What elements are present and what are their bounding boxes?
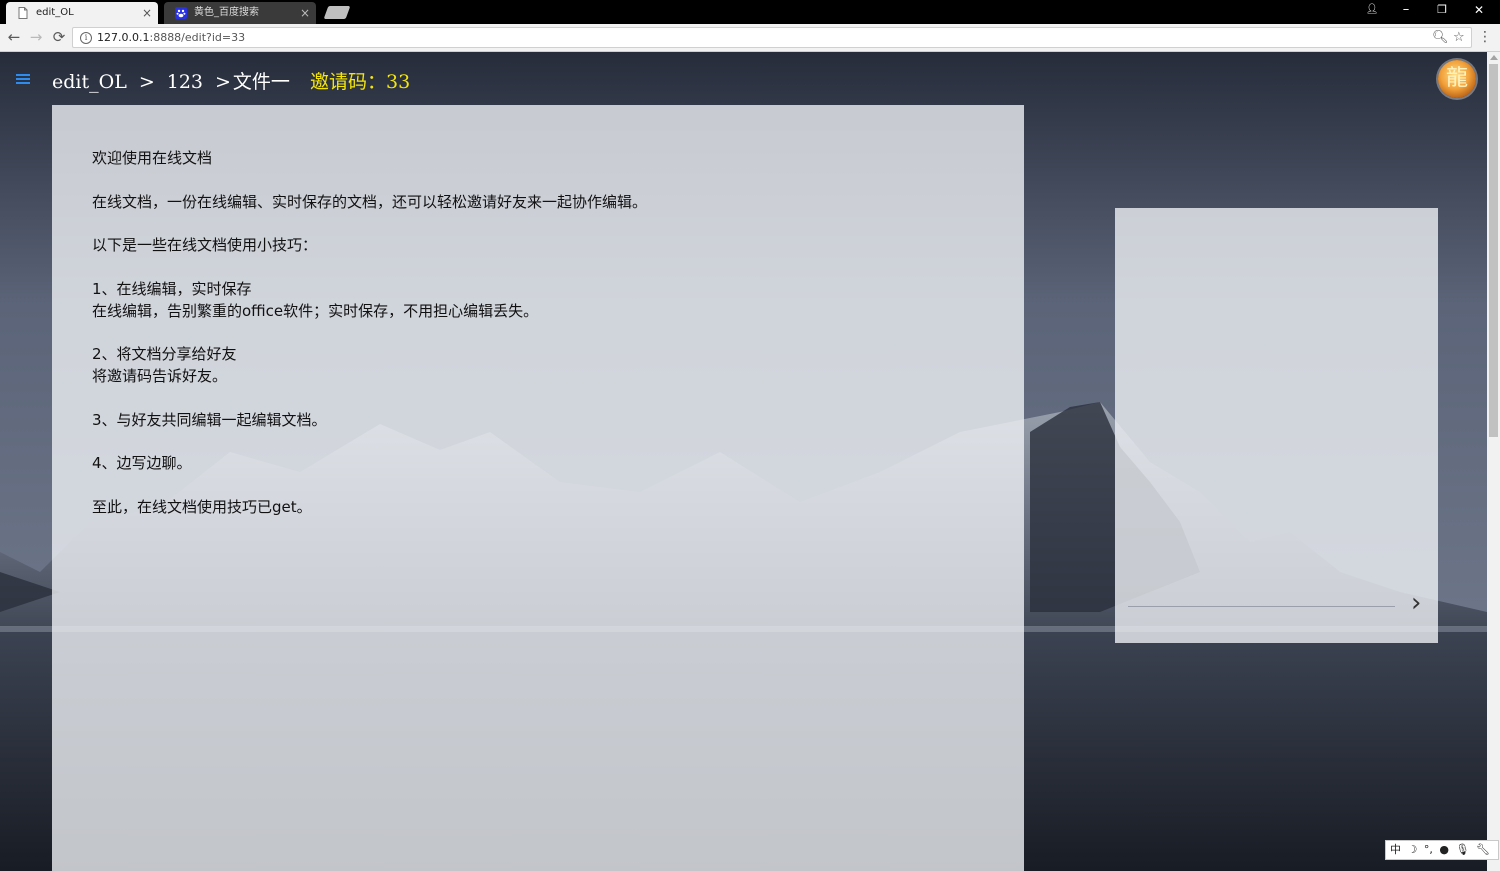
info-icon[interactable]: i [80,32,92,44]
page-viewport: edit_OL >123 > 文件一 邀请码：33 龍 欢迎使用在线文档 在线文档，一… [0,52,1487,871]
punctuation-icon[interactable]: °, [1424,843,1433,856]
doc-paragraph: 1、在线编辑，实时保存 在线编辑，告别繁重的office软件；实时保存，不用担心… [92,279,539,320]
address-bar[interactable]: i 127.0.0.1:8888/edit?id=33 🔍︎ ☆ [72,27,1472,48]
wrench-icon[interactable]: 🔧︎ [1476,843,1490,856]
browser-toolbar: ← → ⟳ i 127.0.0.1:8888/edit?id=33 🔍︎ ☆ ⋮ [0,24,1500,52]
url-text: 127.0.0.1:8888/edit?id=33 [97,28,245,48]
breadcrumb-item-file: 文件一 [232,71,290,93]
reload-icon[interactable]: ⟳ [50,28,68,46]
chat-input-underline[interactable] [1128,606,1395,607]
invite-code: 邀请码：33 [310,71,411,93]
minimize-icon[interactable]: – [1388,0,1424,22]
page-scrollbar[interactable] [1487,52,1500,871]
doc-paragraph: 3、与好友共同编辑一起编辑文档。 [92,410,327,429]
doc-paragraph: 4、边写边聊。 [92,454,192,472]
restore-icon[interactable]: ❐ [1424,0,1460,22]
ime-toolbar: 中 ☽ °, ● 🎙︎ 🔧︎ [1385,840,1499,860]
scrollbar-thumb[interactable] [1489,64,1498,437]
url-path: :8888/edit?id=33 [149,31,246,44]
user-icon[interactable]: 👤︎ [1354,0,1390,22]
breadcrumb-separator: > [138,71,155,93]
doc-paragraph: 2、将文档分享给好友 将邀请码告诉好友。 [92,345,237,385]
tab-title: edit_OL [36,7,74,18]
tab-title: 黄色_百度搜索 [194,7,259,18]
breadcrumb: edit_OL >123 > 文件一 [52,67,296,97]
user-icon[interactable]: ● [1439,843,1449,856]
bookmark-star-icon[interactable]: ☆ [1453,29,1465,47]
send-chevron-icon[interactable]: › [1411,588,1421,618]
scroll-up-icon[interactable] [1490,55,1498,60]
forward-icon[interactable]: → [27,28,45,46]
breadcrumb-item-app[interactable]: edit_OL [52,71,127,93]
browser-menu-icon[interactable]: ⋮ [1478,28,1492,46]
breadcrumb-item-folder[interactable]: 123 [167,71,203,93]
document-editor[interactable]: 欢迎使用在线文档 在线文档，一份在线编辑、实时保存的文档，还可以轻松邀请好友来一… [52,105,1024,871]
chat-side-panel: › [1115,208,1438,643]
page-icon [18,7,28,19]
tab-close-icon[interactable]: × [300,2,310,24]
microphone-icon[interactable]: 🎙︎ [1455,843,1469,856]
url-host: 127.0.0.1 [97,31,150,44]
new-tab-button[interactable] [323,6,351,19]
doc-paragraph: 至此，在线文档使用技巧已get。 [92,497,312,516]
zoom-icon[interactable]: 🔍︎ [1432,29,1449,47]
tab-baidu-search[interactable]: 黄色_百度搜索 × [164,2,316,24]
browser-tab-strip: edit_OL × 黄色_百度搜索 × 👤︎ – ❐ ✕ [0,0,1500,24]
tab-close-icon[interactable]: × [142,2,152,24]
document-content[interactable]: 欢迎使用在线文档 在线文档，一份在线编辑、实时保存的文档，还可以轻松邀请好友来一… [92,147,982,539]
doc-paragraph: 欢迎使用在线文档 [92,149,213,167]
close-window-icon[interactable]: ✕ [1461,0,1497,22]
ime-chinese-mode[interactable]: 中 [1390,843,1401,856]
hamburger-menu-icon[interactable] [16,74,30,86]
doc-paragraph: 以下是一些在线文档使用小技巧： [92,236,318,254]
tab-edit-ol[interactable]: edit_OL × [6,2,158,24]
moon-icon[interactable]: ☽ [1408,843,1418,856]
baidu-paw-icon [175,7,187,19]
user-avatar[interactable]: 龍 [1438,60,1476,98]
doc-paragraph: 在线文档，一份在线编辑、实时保存的文档，还可以轻松邀请好友来一起协作编辑。 [92,192,648,211]
breadcrumb-separator: > [215,71,231,93]
back-icon[interactable]: ← [5,28,23,46]
